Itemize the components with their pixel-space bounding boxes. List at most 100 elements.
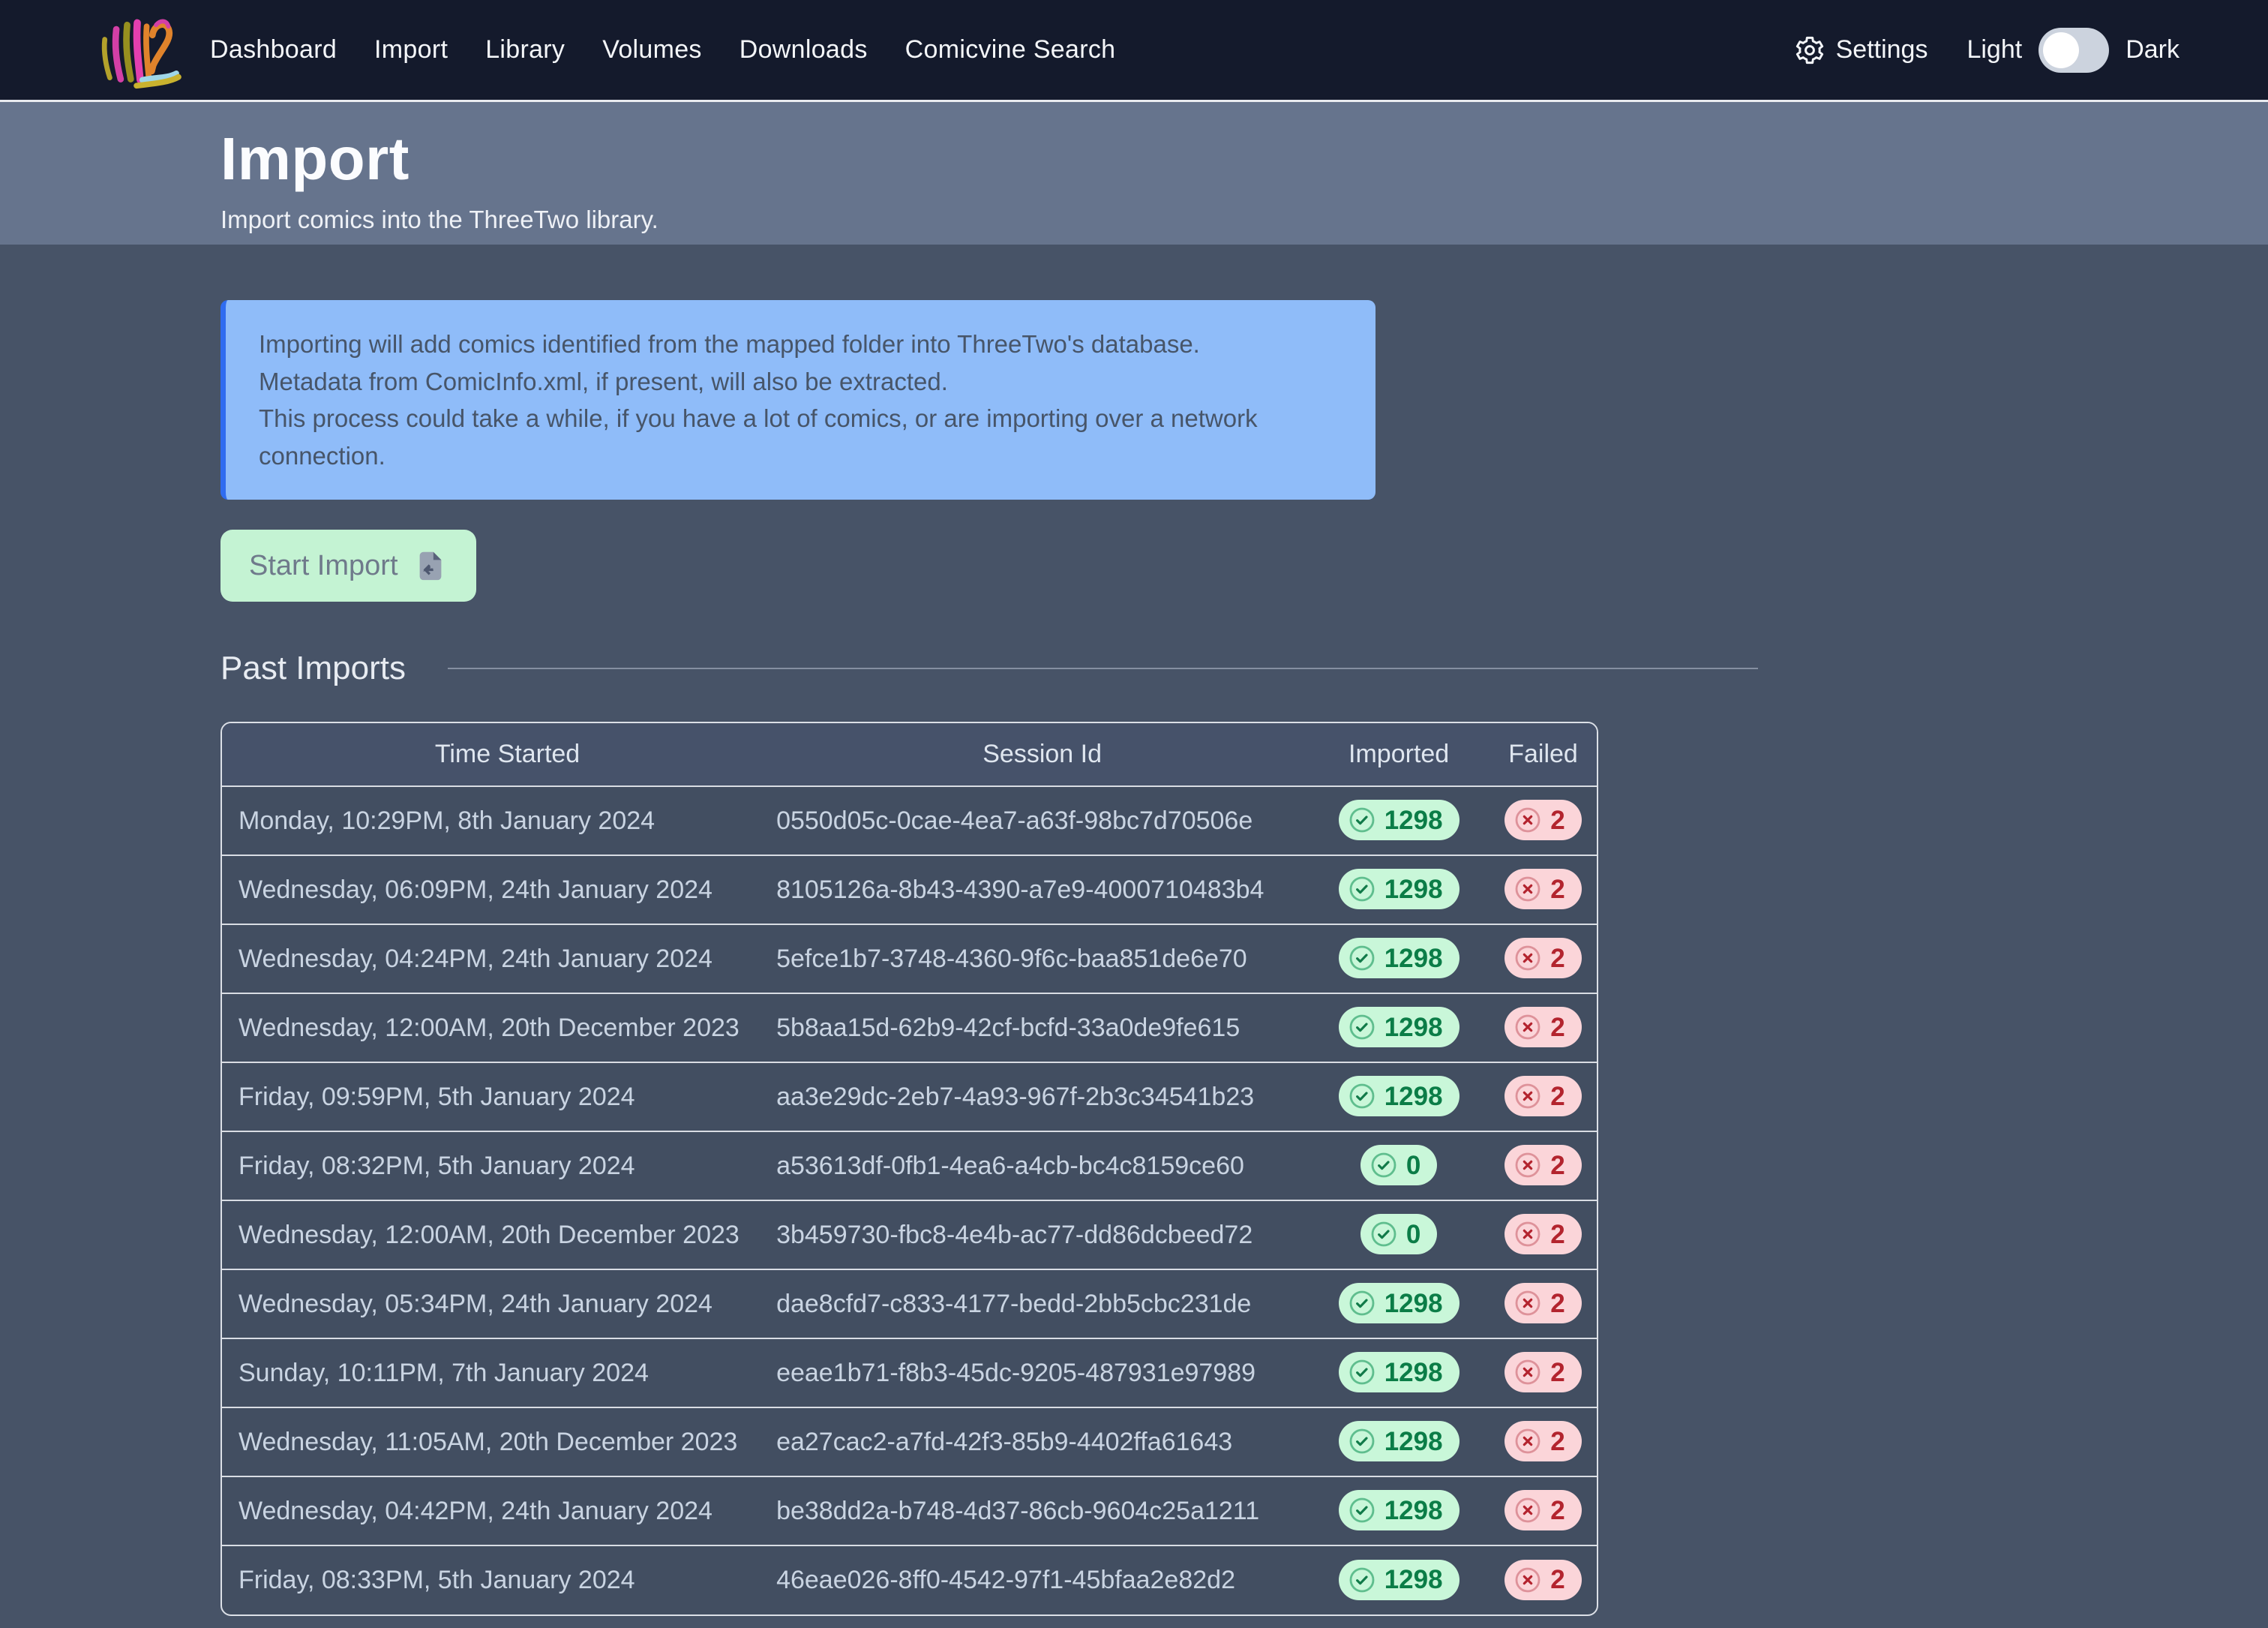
info-line: This process could take a while, if you … [259, 400, 1342, 474]
table-row: Friday, 09:59PM, 5th January 2024 aa3e29… [222, 1062, 1597, 1131]
imported-cell: 1298 [1308, 924, 1490, 993]
x-circle-icon [1513, 874, 1543, 904]
page-title: Import [220, 125, 2268, 194]
x-circle-icon [1513, 1288, 1543, 1318]
imported-badge: 1298 [1339, 1490, 1460, 1530]
x-circle-icon [1513, 1495, 1543, 1525]
col-header-imported: Imported [1308, 723, 1490, 786]
table-row: Wednesday, 12:00AM, 20th December 2023 5… [222, 993, 1597, 1062]
check-circle-icon [1347, 1565, 1377, 1595]
failed-badge: 2 [1504, 938, 1581, 978]
table-header-row: Time Started Session Id Imported Failed [222, 723, 1597, 786]
main-content: Importing will add comics identified fro… [0, 245, 2268, 1616]
session-id-cell: a53613df-0fb1-4ea6-a4cb-bc4c8159ce60 [776, 1131, 1308, 1200]
time-started-cell: Friday, 08:33PM, 5th January 2024 [222, 1545, 776, 1614]
failed-badge: 2 [1504, 1421, 1581, 1461]
session-id-cell: aa3e29dc-2eb7-4a93-967f-2b3c34541b23 [776, 1062, 1308, 1131]
session-id-cell: eeae1b71-f8b3-45dc-9205-487931e97989 [776, 1338, 1308, 1407]
failed-cell: 2 [1490, 1200, 1597, 1269]
past-imports-table: Time Started Session Id Imported Failed … [220, 722, 1598, 1616]
x-circle-icon [1513, 805, 1543, 835]
threetwo-logo[interactable] [94, 11, 182, 90]
table-row: Wednesday, 12:00AM, 20th December 2023 3… [222, 1200, 1597, 1269]
imported-badge: 1298 [1339, 1076, 1460, 1116]
table-row: Wednesday, 06:09PM, 24th January 2024 81… [222, 855, 1597, 924]
imported-badge: 1298 [1339, 1560, 1460, 1600]
time-started-cell: Wednesday, 11:05AM, 20th December 2023 [222, 1407, 776, 1476]
imported-cell: 1298 [1308, 1476, 1490, 1545]
table-row: Wednesday, 04:42PM, 24th January 2024 be… [222, 1476, 1597, 1545]
imported-cell: 1298 [1308, 1062, 1490, 1131]
check-circle-icon [1369, 1150, 1399, 1180]
imported-cell: 1298 [1308, 1338, 1490, 1407]
x-circle-icon [1513, 943, 1543, 973]
failed-badge: 2 [1504, 1490, 1581, 1530]
nav-item-comicvine-search[interactable]: Comicvine Search [905, 35, 1116, 65]
table-row: Wednesday, 04:24PM, 24th January 2024 5e… [222, 924, 1597, 993]
imported-cell: 0 [1308, 1200, 1490, 1269]
x-circle-icon [1513, 1081, 1543, 1111]
section-divider [448, 668, 1758, 669]
x-circle-icon [1513, 1426, 1543, 1456]
check-circle-icon [1347, 1081, 1377, 1111]
x-circle-icon [1513, 1150, 1543, 1180]
x-circle-icon [1513, 1565, 1543, 1595]
imported-badge: 1298 [1339, 800, 1460, 840]
time-started-cell: Sunday, 10:11PM, 7th January 2024 [222, 1338, 776, 1407]
failed-badge: 2 [1504, 869, 1581, 909]
failed-badge: 2 [1504, 1283, 1581, 1323]
failed-cell: 2 [1490, 1269, 1597, 1338]
nav-item-import[interactable]: Import [374, 35, 448, 65]
page-subtitle: Import comics into the ThreeTwo library. [220, 206, 2268, 234]
check-circle-icon [1347, 1012, 1377, 1042]
time-started-cell: Wednesday, 12:00AM, 20th December 2023 [222, 993, 776, 1062]
nav-item-downloads[interactable]: Downloads [740, 35, 868, 65]
session-id-cell: be38dd2a-b748-4d37-86cb-9604c25a1211 [776, 1476, 1308, 1545]
imported-badge: 1298 [1339, 869, 1460, 909]
theme-toggle-knob [2043, 32, 2079, 68]
threetwo-logo-icon [94, 11, 182, 90]
session-id-cell: 0550d05c-0cae-4ea7-a63f-98bc7d70506e [776, 786, 1308, 855]
settings-button[interactable]: Settings [1794, 35, 1928, 66]
start-import-button[interactable]: Start Import [220, 530, 476, 602]
nav-item-dashboard[interactable]: Dashboard [210, 35, 337, 65]
imported-badge: 1298 [1339, 938, 1460, 978]
failed-badge: 2 [1504, 1214, 1581, 1254]
failed-badge: 2 [1504, 1076, 1581, 1116]
failed-badge: 2 [1504, 1560, 1581, 1600]
table-row: Monday, 10:29PM, 8th January 2024 0550d0… [222, 786, 1597, 855]
failed-cell: 2 [1490, 1131, 1597, 1200]
session-id-cell: 5b8aa15d-62b9-42cf-bcfd-33a0de9fe615 [776, 993, 1308, 1062]
check-circle-icon [1347, 1288, 1377, 1318]
start-import-label: Start Import [249, 550, 398, 582]
light-label: Light [1966, 35, 2022, 65]
failed-badge: 2 [1504, 1145, 1581, 1185]
navbar: Dashboard Import Library Volumes Downloa… [0, 0, 2268, 102]
failed-cell: 2 [1490, 1338, 1597, 1407]
failed-cell: 2 [1490, 993, 1597, 1062]
imported-cell: 1298 [1308, 1407, 1490, 1476]
failed-badge: 2 [1504, 1007, 1581, 1047]
table-row: Sunday, 10:11PM, 7th January 2024 eeae1b… [222, 1338, 1597, 1407]
time-started-cell: Wednesday, 04:42PM, 24th January 2024 [222, 1476, 776, 1545]
col-header-time-started: Time Started [222, 723, 776, 786]
failed-cell: 2 [1490, 1476, 1597, 1545]
time-started-cell: Friday, 09:59PM, 5th January 2024 [222, 1062, 776, 1131]
table-row: Wednesday, 11:05AM, 20th December 2023 e… [222, 1407, 1597, 1476]
table-row: Friday, 08:33PM, 5th January 2024 46eae0… [222, 1545, 1597, 1614]
theme-toggle[interactable] [2038, 28, 2109, 73]
check-circle-icon [1347, 1357, 1377, 1387]
imported-badge: 1298 [1339, 1421, 1460, 1461]
session-id-cell: 3b459730-fbc8-4e4b-ac77-dd86dcbeed72 [776, 1200, 1308, 1269]
nav-item-library[interactable]: Library [485, 35, 565, 65]
col-header-session-id: Session Id [776, 723, 1308, 786]
info-line: Importing will add comics identified fro… [259, 326, 1342, 363]
time-started-cell: Wednesday, 12:00AM, 20th December 2023 [222, 1200, 776, 1269]
failed-cell: 2 [1490, 786, 1597, 855]
session-id-cell: 46eae026-8ff0-4542-97f1-45bfaa2e82d2 [776, 1545, 1308, 1614]
imported-cell: 1298 [1308, 1545, 1490, 1614]
time-started-cell: Monday, 10:29PM, 8th January 2024 [222, 786, 776, 855]
import-info-callout: Importing will add comics identified fro… [220, 300, 1376, 500]
col-header-failed: Failed [1490, 723, 1597, 786]
nav-item-volumes[interactable]: Volumes [602, 35, 702, 65]
